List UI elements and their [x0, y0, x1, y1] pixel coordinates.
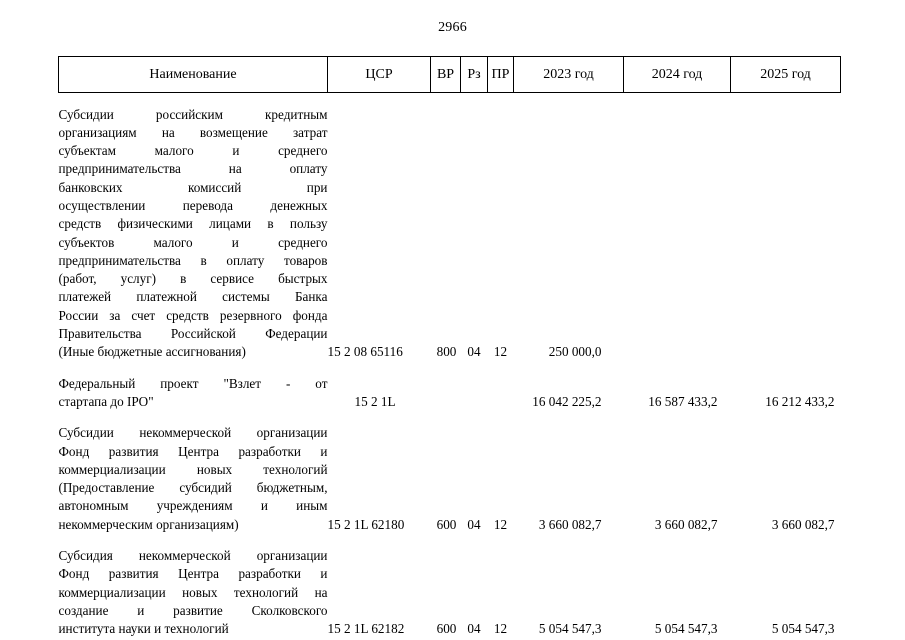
- row-name-line: (работ, услуг) в сервисе быстрых: [58, 271, 328, 287]
- row-vr-cell: [431, 375, 461, 412]
- row-csr-cell: 15 2 1L 62182: [327, 621, 405, 637]
- column-header-year-2024: 2024 год: [623, 56, 731, 93]
- row-amount-2025: 3 660 082,7: [771, 516, 835, 532]
- row-rz-cell: [461, 375, 488, 412]
- row-name-line: Субсидии российским кредитным: [58, 106, 328, 122]
- row-name-line: института науки и технологий: [58, 621, 229, 637]
- row-name-line: организациям на возмещение затрат: [58, 124, 328, 140]
- row-csr-cell: 15 2 1L: [354, 393, 396, 409]
- row-amount-2023: 3 660 082,7: [538, 516, 602, 532]
- row-name-line: средств физическими лицами в пользу: [58, 216, 328, 232]
- row-pr-cell: 12: [493, 516, 508, 532]
- column-header-year-2023: 2023 год: [513, 56, 624, 93]
- column-header-pr: ПР: [487, 56, 514, 93]
- row-name-line: Федеральный проект "Взлет - от: [58, 375, 328, 391]
- column-header-vr: ВР: [430, 56, 461, 93]
- column-header-year-2025: 2025 год: [730, 56, 841, 93]
- page-number: 2966: [438, 20, 467, 35]
- row-name-line: Правительства Российской Федерации: [58, 326, 328, 342]
- row-amount-2025: 16 212 433,2: [765, 393, 835, 409]
- row-amount-2023: 250 000,0: [548, 344, 602, 360]
- row-name-cell: Федеральный проект "Взлет - от стартапа д…: [59, 375, 328, 412]
- row-amount-2023: 16 042 225,2: [532, 393, 602, 409]
- column-header-csr: ЦСР: [327, 56, 431, 93]
- table-row: Субсидия некоммерческой организации Фонд …: [59, 547, 841, 638]
- row-vr-cell: 800: [436, 344, 457, 360]
- row-name-line: коммерциализации новых технологий на: [58, 584, 328, 600]
- row-name-cell: Субсидии российским кредитным организация…: [59, 106, 328, 362]
- row-name-line: субъектам малого и среднего: [58, 143, 328, 159]
- row-vr-cell: 600: [436, 516, 457, 532]
- row-amount-2025: [731, 106, 841, 362]
- row-name-line: банковских комиссий при: [58, 179, 328, 195]
- row-amount-2025: 5 054 547,3: [771, 621, 835, 637]
- row-rz-cell: 04: [467, 344, 481, 360]
- column-header-rz: Рз: [460, 56, 488, 93]
- row-name-cell: Субсидии некоммерческой организации Фонд …: [59, 424, 328, 534]
- row-amount-2023: 5 054 547,3: [538, 621, 602, 637]
- row-pr-cell: [488, 375, 514, 412]
- row-csr-cell: 15 2 1L 62180: [327, 516, 405, 532]
- row-name-line: Субсидии некоммерческой организации: [58, 425, 328, 441]
- row-spacer: [59, 534, 841, 547]
- row-name-line: Фонд развития Центра разработки и: [58, 443, 328, 459]
- row-name-line: автономным учреждениям и иным: [58, 498, 328, 514]
- row-pr-cell: 12: [493, 621, 508, 637]
- row-name-cell: Субсидия некоммерческой организации Фонд …: [59, 547, 328, 638]
- row-name-line: предпринимательства в оплату товаров: [58, 252, 328, 268]
- row-spacer: [59, 362, 841, 375]
- row-name-line: стартапа до IPO": [58, 393, 154, 409]
- table-row: Субсидии некоммерческой организации Фонд …: [59, 424, 841, 534]
- row-csr-cell: 15 2 08 65116: [327, 344, 403, 360]
- row-name-line: платежей платежной системы Банка: [58, 289, 328, 305]
- row-pr-cell: 12: [493, 344, 508, 360]
- document-page: 2966 Наименование ЦСР ВР Рз ПР 2023 год …: [0, 0, 905, 640]
- row-amount-2024: 5 054 547,3: [654, 621, 718, 637]
- row-spacer: [59, 411, 841, 424]
- row-rz-cell: 04: [467, 516, 481, 532]
- row-amount-2024: [624, 106, 731, 362]
- row-vr-cell: 600: [436, 621, 457, 637]
- row-name-line: некоммерческим организациям): [58, 516, 239, 532]
- table-row: Федеральный проект "Взлет - от стартапа д…: [59, 375, 841, 412]
- row-spacer: [59, 93, 841, 106]
- row-name-line: Субсидия некоммерческой организации: [58, 548, 328, 564]
- row-name-line: (Иные бюджетные ассигнования): [58, 344, 246, 360]
- row-name-line: предпринимательства на оплату: [58, 161, 328, 177]
- table-row: Субсидии российским кредитным организация…: [59, 106, 841, 362]
- table-header-row: Наименование ЦСР ВР Рз ПР 2023 год 2024 …: [58, 56, 841, 93]
- table-header: Наименование ЦСР ВР Рз ПР 2023 год 2024 …: [58, 56, 841, 93]
- row-rz-cell: 04: [467, 621, 481, 637]
- table-body: Субсидии российским кредитным организация…: [59, 93, 841, 639]
- row-name-line: осуществлении перевода денежных: [58, 197, 328, 213]
- row-name-line: коммерциализации новых технологий: [58, 461, 328, 477]
- row-amount-2024: 16 587 433,2: [648, 393, 718, 409]
- row-amount-2024: 3 660 082,7: [654, 516, 718, 532]
- row-name-line: субъектов малого и среднего: [58, 234, 328, 250]
- row-name-line: России за счет средств резервного фонда: [58, 307, 328, 323]
- budget-appropriations-table: Наименование ЦСР ВР Рз ПР 2023 год 2024 …: [58, 56, 841, 639]
- row-name-line: (Предоставление субсидий бюджетным,: [58, 480, 328, 496]
- row-name-line: создание и развитие Сколковского: [58, 602, 328, 618]
- column-header-name: Наименование: [58, 56, 328, 93]
- row-name-line: Фонд развития Центра разработки и: [58, 566, 328, 582]
